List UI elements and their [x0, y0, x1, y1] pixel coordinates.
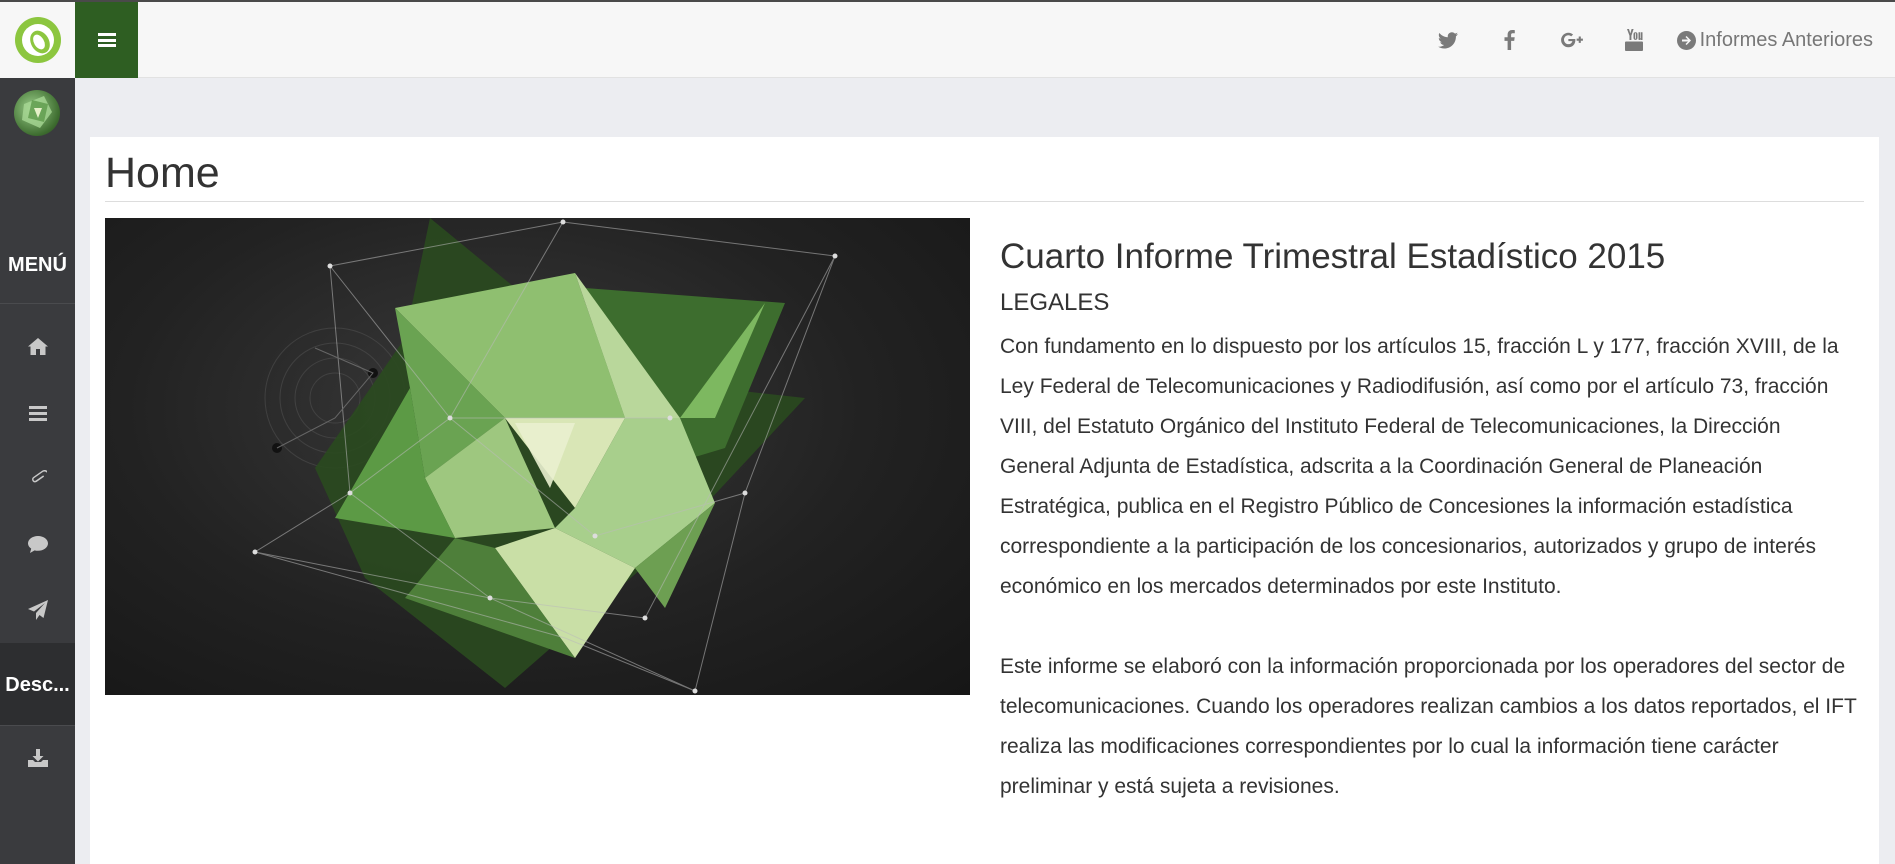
twitter-link[interactable]: [1417, 2, 1479, 78]
sidebar-item-comments[interactable]: [0, 511, 75, 577]
send-icon: [27, 600, 48, 620]
sidebar-item-download[interactable]: [0, 725, 75, 791]
twitter-icon: [1437, 31, 1458, 48]
crystal-illustration: [252, 218, 838, 694]
sidebar-toggle-button[interactable]: [75, 2, 138, 78]
hero-image: [105, 218, 970, 695]
hamburger-icon: [97, 33, 116, 47]
youtube-link[interactable]: [1603, 2, 1665, 78]
download-icon: [27, 749, 48, 767]
sidebar-menu-label: MENÚ: [8, 254, 67, 276]
crystal-thumbnail-icon: [22, 96, 52, 128]
disclaimer-paragraph: Este informe se elaboró con la informaci…: [1000, 655, 1857, 798]
previous-reports-label: Informes Anteriores: [1699, 28, 1873, 51]
facebook-link[interactable]: [1479, 2, 1541, 78]
logo-icon: [14, 17, 61, 63]
sidebar-avatar: [14, 90, 60, 136]
sidebar-item-home[interactable]: [0, 313, 75, 379]
sidebar: MENÚ Desc...: [0, 78, 75, 864]
main-panel: Home Cuarto Informe Trimestral Estadísti…: [90, 137, 1879, 864]
legal-paragraph: Con fundamento en lo dispuesto por los a…: [1000, 335, 1839, 598]
top-right-links: Informes Anteriores: [1417, 2, 1873, 78]
report-subtitle: LEGALES: [1000, 289, 1110, 316]
facebook-icon: [1504, 30, 1515, 50]
google-plus-icon: [1560, 32, 1583, 48]
sidebar-item-attachments[interactable]: [0, 445, 75, 511]
sidebar-item-send[interactable]: [0, 577, 75, 643]
previous-reports-link[interactable]: Informes Anteriores: [1676, 28, 1873, 52]
comment-icon: [27, 535, 48, 553]
list-icon: [28, 405, 47, 421]
sidebar-desc-label: Desc...: [5, 674, 70, 696]
paperclip-icon: [31, 470, 47, 483]
youtube-icon: [1624, 29, 1643, 51]
title-divider: [105, 201, 1864, 202]
sidebar-item-list[interactable]: [0, 380, 75, 446]
page-title: Home: [105, 149, 220, 197]
top-navbar: Informes Anteriores: [0, 0, 1895, 78]
ift-logo[interactable]: [0, 2, 75, 78]
google-plus-link[interactable]: [1541, 2, 1603, 78]
report-title: Cuarto Informe Trimestral Estadístico 20…: [1000, 237, 1666, 276]
report-content: Cuarto Informe Trimestral Estadístico 20…: [1000, 237, 1860, 847]
home-icon: [27, 337, 48, 355]
sidebar-divider: [0, 303, 75, 304]
arrow-circle-right-icon: [1676, 30, 1696, 50]
